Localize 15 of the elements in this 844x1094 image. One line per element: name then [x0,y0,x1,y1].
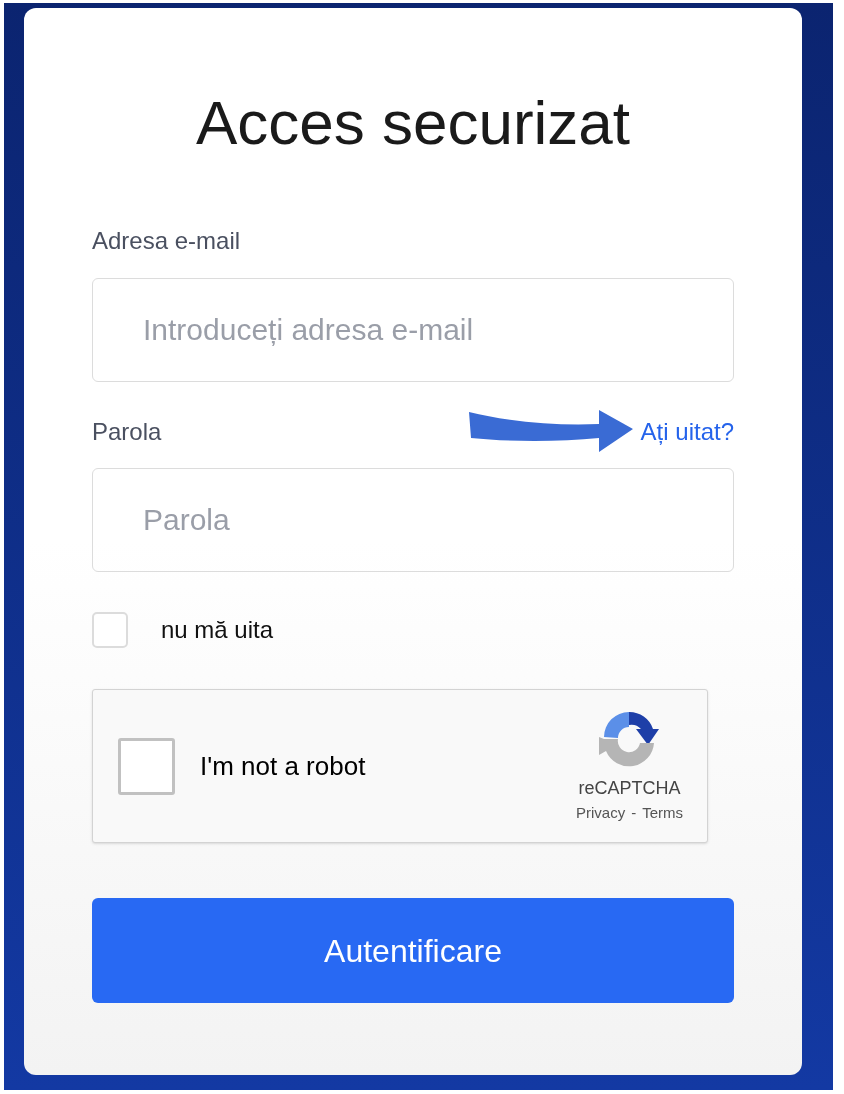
terms-link[interactable]: Terms [642,802,683,825]
email-field[interactable]: Introduceți adresa e-mail [92,278,734,382]
login-button[interactable]: Autentificare [92,898,734,1003]
privacy-link[interactable]: Privacy [575,802,626,825]
remember-checkbox[interactable] [92,612,128,648]
remember-label: nu mă uita [161,615,274,645]
page-title: Acces securizat [195,87,631,159]
captcha-label: I'm not a robot [200,749,366,783]
password-field[interactable]: Parola [92,468,734,572]
captcha-checkbox[interactable] [118,737,175,795]
forgot-password-link[interactable]: Ați uitat? [640,414,734,450]
field-label: Adresa e-mail [92,226,241,256]
field-label: Parola [92,417,162,447]
recaptcha-brand: reCAPTCHA [578,777,681,801]
separator-text: - [631,803,637,824]
